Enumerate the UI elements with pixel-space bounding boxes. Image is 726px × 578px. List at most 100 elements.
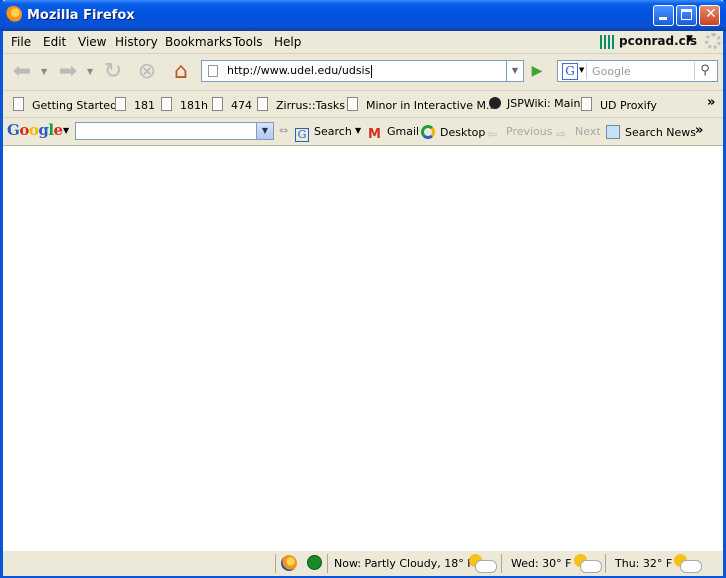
page-icon [115, 97, 126, 111]
previous-button[interactable]: ⇦ Previous [487, 125, 553, 141]
search-box[interactable]: G ▼ Google ⚲ [557, 60, 718, 82]
forward-button[interactable]: ➡ [55, 59, 81, 85]
menu-file[interactable]: File [11, 35, 31, 49]
page-icon [208, 65, 218, 77]
menu-bookmarks[interactable]: Bookmarks [165, 35, 232, 49]
stop-icon: ⊗ [137, 59, 157, 84]
back-arrow-icon: ⬅ [12, 59, 32, 84]
menu-help[interactable]: Help [274, 35, 301, 49]
search-button[interactable]: ⚲ [694, 62, 715, 80]
status-bar: Now: Partly Cloudy, 18° F Wed: 30° F Thu… [3, 550, 723, 576]
clock-icon[interactable] [307, 555, 322, 570]
chevron-down-icon[interactable]: ▼ [256, 123, 273, 139]
bookmark-181[interactable]: 181 [115, 97, 155, 112]
browser-window: Mozilla Firefox ✕ File Edit View History… [0, 0, 726, 578]
news-icon [606, 125, 620, 139]
status-divider [275, 554, 276, 573]
dropdown-arrow-icon: ▼ [686, 34, 693, 44]
bookmark-label: UD Proxify [600, 99, 657, 112]
bookmark-181h[interactable]: 181h [161, 97, 208, 112]
google-menu-arrow-icon[interactable]: ▼ [63, 126, 69, 135]
reload-button[interactable]: ↻ [100, 59, 126, 85]
bookmark-getting-started[interactable]: Getting Started [13, 97, 117, 112]
desktop-button[interactable]: Desktop [421, 125, 485, 139]
firefox-status-icon[interactable] [281, 555, 297, 571]
menu-bar: File Edit View History Bookmarks Tools H… [3, 31, 723, 54]
weather-now[interactable]: Now: Partly Cloudy, 18° F [334, 557, 474, 570]
google-toolbar-search-input[interactable]: ▼ [75, 122, 274, 140]
text-caret [371, 64, 373, 78]
menu-view[interactable]: View [78, 35, 106, 49]
status-divider [327, 554, 328, 573]
google-engine-icon: G [562, 63, 578, 80]
gmail-label: Gmail [387, 125, 420, 138]
magnifier-icon: ⚲ [700, 63, 710, 78]
forward-arrow-icon: ➡ [58, 59, 78, 84]
status-divider [501, 554, 502, 573]
page-content-area[interactable] [3, 146, 723, 550]
home-button[interactable]: ⌂ [168, 59, 194, 85]
search-news-button[interactable]: Search News [606, 125, 696, 139]
next-arrow-icon: ⇨ [556, 127, 567, 141]
resize-handle-icon[interactable]: ⇔ [279, 124, 288, 137]
gmail-icon: M [368, 127, 381, 142]
maximize-button[interactable] [676, 5, 697, 26]
go-button[interactable]: ▶ [526, 60, 548, 82]
bookmarks-overflow-button[interactable]: » [707, 95, 715, 110]
search-placeholder: Google [592, 65, 631, 78]
stop-button[interactable]: ⊗ [134, 59, 160, 85]
bookmark-label: 181h [180, 99, 208, 112]
bookmark-label: 474 [231, 99, 252, 112]
profile-bars-icon [600, 35, 616, 49]
jspwiki-icon [489, 97, 501, 109]
google-logo[interactable]: Google [7, 121, 63, 139]
search-news-label: Search News [625, 126, 697, 139]
bookmark-474[interactable]: 474 [212, 97, 252, 112]
bookmark-ud-proxify[interactable]: UD Proxify [581, 97, 657, 112]
back-history-dropdown[interactable]: ▼ [41, 67, 47, 76]
search-engine-selector[interactable]: G ▼ [560, 63, 587, 80]
bookmarks-toolbar: Getting Started 181 181h 474 Zirrus::Tas… [3, 91, 723, 118]
page-icon [257, 97, 268, 111]
bookmark-label: JSPWiki: Main [507, 97, 581, 110]
navigation-toolbar: ⬅ ▼ ➡ ▼ ↻ ⊗ ⌂ http://www.udel.edu/udsis … [3, 54, 723, 91]
home-icon: ⌂ [174, 59, 188, 84]
url-field[interactable]: http://www.udel.edu/udsis [201, 60, 507, 82]
next-label: Next [575, 125, 601, 138]
google-desktop-icon [421, 125, 435, 139]
url-history-dropdown[interactable]: ▼ [507, 60, 524, 82]
page-icon [581, 97, 592, 111]
status-divider [605, 554, 606, 573]
bookmark-minor-interactive[interactable]: Minor in Interactive M... [347, 97, 497, 112]
forward-history-dropdown[interactable]: ▼ [87, 67, 93, 76]
partly-cloudy-icon [574, 554, 602, 573]
title-bar[interactable]: Mozilla Firefox ✕ [0, 0, 726, 31]
url-text: http://www.udel.edu/udsis [227, 64, 371, 77]
weather-wednesday[interactable]: Wed: 30° F [511, 557, 572, 570]
close-window-button[interactable]: ✕ [699, 5, 720, 26]
search-label: Search [314, 125, 352, 138]
search-options-dropdown[interactable]: ▼ [355, 126, 361, 135]
bookmark-label: 181 [134, 99, 155, 112]
bookmark-label: Zirrus::Tasks [276, 99, 346, 112]
menu-history[interactable]: History [115, 35, 158, 49]
next-button[interactable]: ⇨ Next [556, 125, 601, 141]
page-icon [161, 97, 172, 111]
google-toolbar-overflow-button[interactable]: » [695, 123, 703, 138]
weather-thursday[interactable]: Thu: 32° F [615, 557, 672, 570]
back-button[interactable]: ⬅ [9, 59, 35, 85]
window-title: Mozilla Firefox [27, 8, 135, 23]
partly-cloudy-icon [674, 554, 702, 573]
bookmark-jspwiki-main[interactable]: JSPWiki: Main [489, 97, 580, 110]
google-g-icon: G [295, 128, 309, 142]
menu-tools[interactable]: Tools [233, 35, 263, 49]
go-arrow-icon: ▶ [531, 63, 543, 79]
menu-edit[interactable]: Edit [43, 35, 66, 49]
minimize-button[interactable] [653, 5, 674, 26]
gmail-button[interactable]: M Gmail [368, 125, 419, 142]
previous-label: Previous [506, 125, 553, 138]
close-icon: ✕ [705, 6, 717, 22]
chevron-down-icon: ▼ [579, 66, 585, 74]
bookmark-zirrus-tasks[interactable]: Zirrus::Tasks [257, 97, 345, 112]
google-search-button[interactable]: G Search [295, 125, 352, 142]
